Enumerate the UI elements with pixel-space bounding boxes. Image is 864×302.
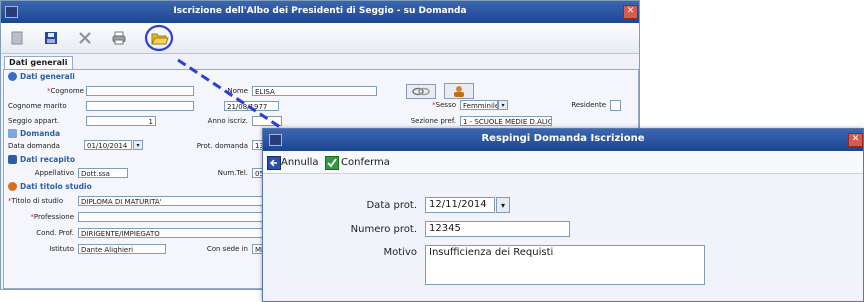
data-prot-label: Data prot. xyxy=(366,200,417,211)
dialog-close-icon[interactable]: ✕ xyxy=(848,133,863,147)
dialog-toolbar: Annulla Conferma xyxy=(263,151,863,174)
motivo-label: Motivo xyxy=(383,247,417,258)
dialog-title: Respingi Domanda Iscrizione xyxy=(481,133,645,144)
data-prot-field[interactable]: 12/11/2014 xyxy=(425,197,495,213)
conferma-button[interactable]: Conferma xyxy=(341,156,390,170)
annulla-icon[interactable] xyxy=(267,156,281,170)
respingi-dialog: Respingi Domanda Iscrizione ✕ Annulla Co… xyxy=(262,128,864,302)
dropdown-icon[interactable]: ▾ xyxy=(496,197,510,213)
annulla-button[interactable]: Annulla xyxy=(281,156,319,170)
numero-prot-field[interactable]: 12345 xyxy=(425,221,570,237)
dialog-title-bar: Respingi Domanda Iscrizione ✕ xyxy=(263,129,863,151)
conferma-check-icon[interactable] xyxy=(325,156,339,170)
motivo-textarea[interactable]: Insufficienza dei Requisti xyxy=(425,245,705,285)
numero-prot-label: Numero prot. xyxy=(350,224,417,235)
